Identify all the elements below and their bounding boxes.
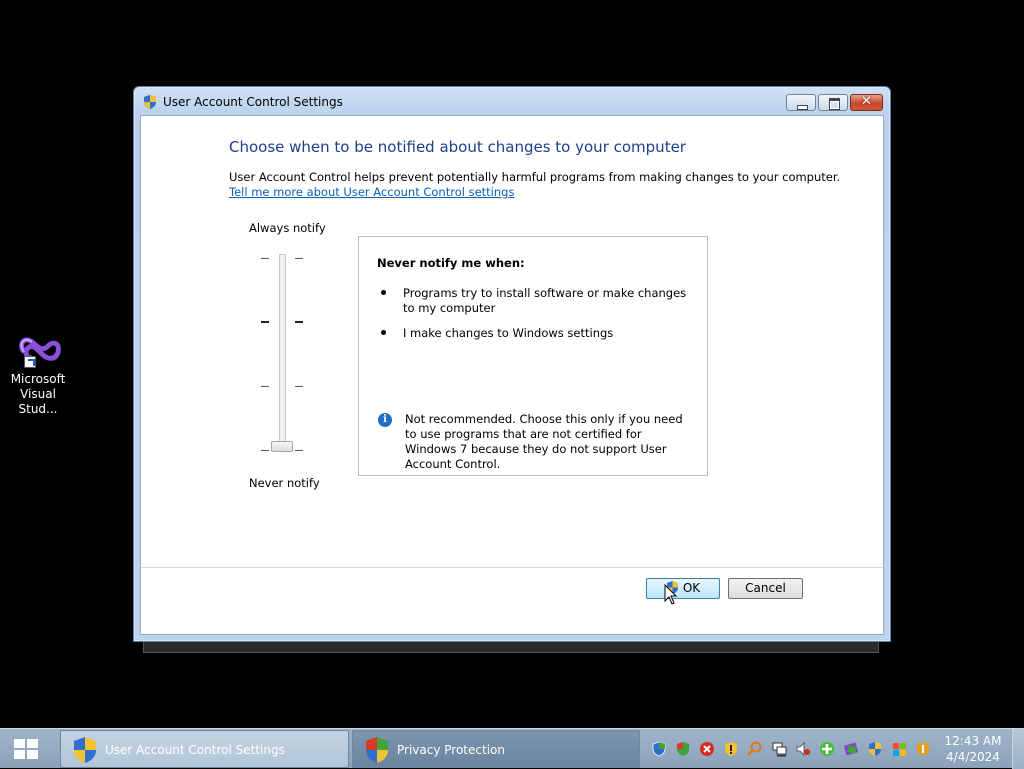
info-bullet: I make changes to Windows settings	[403, 326, 614, 340]
slider-tick	[295, 258, 303, 259]
show-desktop-button[interactable]	[1012, 729, 1024, 769]
info-icon: i	[378, 413, 392, 427]
taskbar-item-uac-settings[interactable]: User Account Control Settings	[60, 730, 349, 768]
uac-shield-icon	[74, 737, 96, 763]
bullet-icon	[381, 290, 386, 295]
window-title: User Account Control Settings	[163, 95, 343, 109]
start-button[interactable]	[10, 737, 42, 761]
recommendation-note: Not recommended. Choose this only if you…	[405, 412, 683, 471]
info-bullet: Programs try to install software or make…	[403, 286, 687, 315]
slider-tick	[261, 450, 269, 451]
ok-button-label: OK	[682, 581, 701, 595]
uac-settings-window: User Account Control Settings ✕ Choose w…	[133, 86, 891, 642]
mouse-cursor-icon	[664, 584, 678, 605]
error-icon[interactable]	[699, 741, 715, 757]
desktop-icon-visual-studio[interactable]: Microsoft Visual Stud...	[2, 330, 74, 417]
taskbar: User Account Control Settings Privacy Pr…	[0, 728, 1024, 769]
level-description-title: Never notify me when:	[377, 256, 525, 270]
search-icon[interactable]	[747, 741, 763, 757]
volume-icon[interactable]	[795, 741, 811, 757]
security-shield-icon[interactable]	[675, 741, 691, 757]
page-heading: Choose when to be notified about changes…	[229, 138, 686, 156]
taskbar-item-label: Privacy Protection	[397, 743, 505, 757]
notification-level-slider[interactable]	[259, 246, 307, 452]
network-icon[interactable]	[771, 741, 787, 757]
slider-tick	[295, 321, 303, 323]
description-text: User Account Control helps prevent poten…	[229, 170, 841, 184]
slider-tick	[295, 386, 303, 387]
title-bar[interactable]: User Account Control Settings ✕	[134, 87, 890, 115]
level-description-panel: Never notify me when: Programs try to in…	[358, 236, 708, 476]
footer-divider	[141, 567, 883, 568]
uac-shield-icon[interactable]	[867, 741, 883, 757]
bullet-icon	[381, 330, 386, 335]
slider-track[interactable]	[279, 254, 286, 452]
uac-shield-icon	[144, 95, 156, 109]
desktop-icon-label-line1: Microsoft	[10, 372, 66, 386]
slider-thumb[interactable]	[271, 441, 293, 452]
minimize-button[interactable]	[786, 94, 816, 111]
slider-tick	[261, 258, 269, 259]
clock-date: 4/4/2024	[946, 750, 1000, 764]
always-notify-label: Always notify	[249, 221, 326, 235]
taskbar-item-label: User Account Control Settings	[105, 743, 285, 757]
learn-more-link[interactable]: Tell me more about User Account Control …	[229, 185, 514, 199]
window-content: Choose when to be notified about changes…	[140, 115, 884, 635]
system-clock[interactable]: 12:43 AM 4/4/2024	[942, 733, 1004, 765]
slider-tick	[295, 450, 303, 451]
shield-icon[interactable]	[651, 741, 667, 757]
slider-tick	[261, 386, 269, 387]
maximize-button[interactable]	[818, 94, 848, 111]
desktop-icon-label-line2: Visual Stud...	[18, 387, 58, 416]
window-shadow	[143, 642, 879, 653]
security-icon[interactable]	[915, 741, 931, 757]
warning-shield-icon[interactable]	[723, 741, 739, 757]
windows-logo-icon	[14, 739, 38, 759]
visual-studio-icon	[14, 330, 62, 370]
security-shield-icon	[366, 737, 388, 763]
notification-area	[641, 730, 941, 768]
flag-icon[interactable]	[891, 741, 907, 757]
never-notify-label: Never notify	[249, 476, 320, 490]
close-icon: ✕	[861, 94, 872, 109]
clock-time: 12:43 AM	[944, 734, 1002, 748]
app-icon[interactable]	[843, 741, 859, 757]
cancel-button[interactable]: Cancel	[728, 578, 803, 599]
slider-tick	[261, 321, 269, 323]
taskbar-item-privacy-protection[interactable]: Privacy Protection	[352, 730, 640, 768]
close-button[interactable]: ✕	[850, 94, 883, 111]
add-icon[interactable]	[819, 741, 835, 757]
shortcut-arrow-icon	[24, 356, 36, 368]
ok-button[interactable]: OK	[646, 578, 720, 599]
